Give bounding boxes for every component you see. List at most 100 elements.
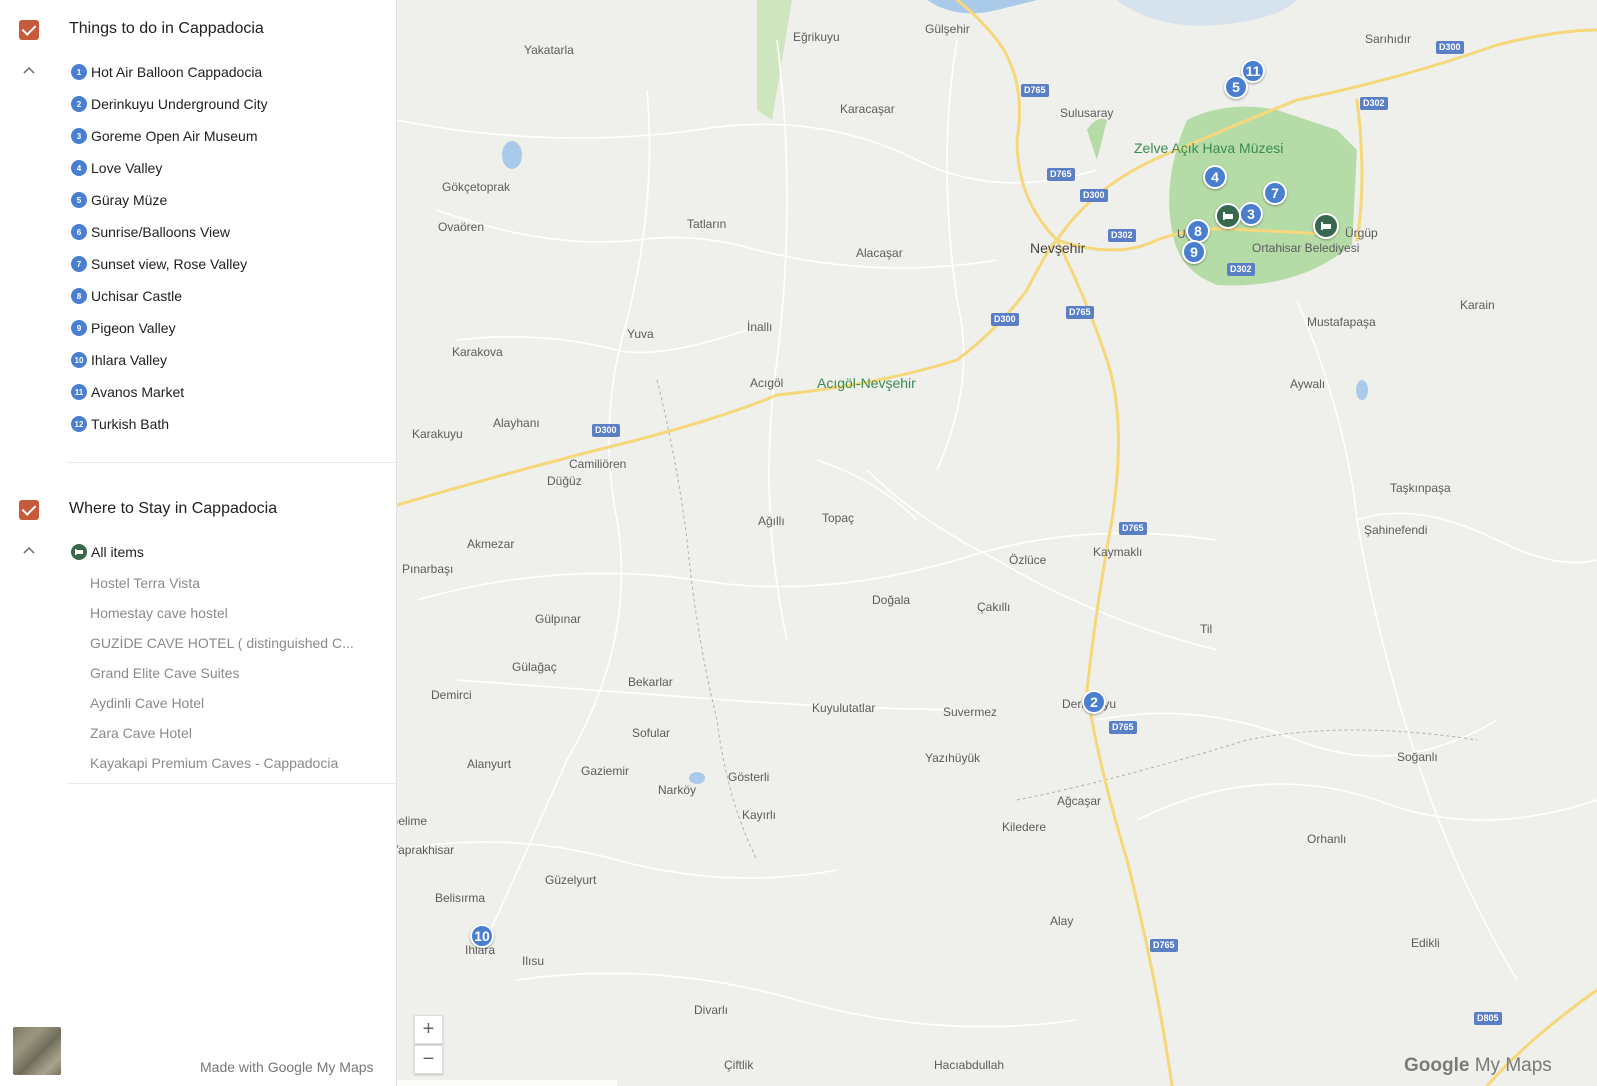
list-item-label: Avanos Market bbox=[91, 384, 185, 400]
place-label: Kayırlı bbox=[742, 808, 777, 822]
list-item-label: Uchisar Castle bbox=[91, 288, 183, 304]
list-item[interactable]: 5 Güray Müze bbox=[0, 184, 396, 216]
hotel-marker-icon[interactable] bbox=[1313, 213, 1339, 239]
place-label: Çakıllı bbox=[977, 600, 1011, 614]
zoom-out-button[interactable]: − bbox=[414, 1045, 443, 1074]
place-label: Acıgöl bbox=[750, 376, 784, 390]
layer-visibility-checkbox[interactable] bbox=[19, 500, 39, 520]
map-marker[interactable]: 10 bbox=[470, 924, 494, 948]
list-item[interactable]: GUZİDE CAVE HOTEL ( distinguished C... bbox=[0, 628, 396, 658]
road-shield: D302 bbox=[1360, 97, 1388, 110]
place-label: Camiliören bbox=[569, 457, 627, 471]
place-label: Aywalı bbox=[1290, 377, 1326, 391]
road-shield: D805 bbox=[1474, 1012, 1502, 1025]
map-canvas[interactable]: Gülşehir Eğrikuyu Yakatarla Karacaşar Su… bbox=[397, 0, 1597, 1086]
places-list: 1 Hot Air Balloon Cappadocia 2 Derinkuyu U… bbox=[0, 56, 396, 440]
place-label: Kaymaklı bbox=[1093, 545, 1143, 559]
map-marker[interactable]: 8 bbox=[1186, 219, 1210, 243]
list-item[interactable]: Grand Elite Cave Suites bbox=[0, 658, 396, 688]
map-attribution bbox=[397, 1080, 617, 1086]
place-label: Sofular bbox=[632, 726, 671, 740]
list-item[interactable]: 11 Avanos Market bbox=[0, 376, 396, 408]
list-item[interactable]: 4 Love Valley bbox=[0, 152, 396, 184]
road-shield: D765 bbox=[1047, 168, 1075, 181]
road-shield: D765 bbox=[1066, 306, 1094, 319]
place-label: Yaprakhisar bbox=[397, 843, 455, 857]
list-item[interactable]: 8 Uchisar Castle bbox=[0, 280, 396, 312]
place-label: Divarlı bbox=[694, 1003, 729, 1017]
place-label: Belisırma bbox=[435, 891, 486, 905]
map-marker[interactable]: 3 bbox=[1239, 202, 1263, 226]
place-label: Şahinefendi bbox=[1364, 523, 1428, 537]
road-shield: D300 bbox=[1080, 189, 1108, 202]
place-label: Alayhanı bbox=[493, 416, 540, 430]
zoom-in-button[interactable]: + bbox=[414, 1015, 443, 1044]
place-label: Narköy bbox=[658, 783, 697, 797]
group-all-items[interactable]: All items bbox=[0, 536, 396, 568]
base-map-thumbnail[interactable] bbox=[13, 1027, 61, 1075]
my-maps-app: Things to do in Cappadocia 1 Hot Air Ball… bbox=[0, 0, 1597, 1086]
place-label: Suvermez bbox=[943, 705, 998, 719]
map-marker[interactable]: 5 bbox=[1224, 75, 1248, 99]
place-label: Taşkınpaşa bbox=[1390, 481, 1451, 495]
list-item[interactable]: Hostel Terra Vista bbox=[0, 568, 396, 598]
map-marker[interactable]: 7 bbox=[1263, 181, 1287, 205]
hotel-marker-icon[interactable] bbox=[1215, 203, 1241, 229]
place-label: Gelime bbox=[397, 814, 428, 828]
pin-number-icon: 8 bbox=[71, 288, 87, 304]
place-label: Tatların bbox=[687, 217, 727, 231]
list-item[interactable]: 2 Derinkuyu Underground City bbox=[0, 88, 396, 120]
road-shield: D302 bbox=[1108, 229, 1136, 242]
list-item[interactable]: 1 Hot Air Balloon Cappadocia bbox=[0, 56, 396, 88]
place-label: Mustafapaşa bbox=[1307, 315, 1376, 329]
road-shield: D765 bbox=[1150, 939, 1178, 952]
layer-things-to-do: Things to do in Cappadocia 1 Hot Air Ball… bbox=[0, 0, 396, 440]
place-label: Gösterli bbox=[728, 770, 770, 784]
list-item[interactable]: Zara Cave Hotel bbox=[0, 718, 396, 748]
place-label: Yazıhüyük bbox=[925, 751, 981, 765]
map-marker[interactable]: 9 bbox=[1182, 240, 1206, 264]
map-marker[interactable]: 2 bbox=[1082, 690, 1106, 714]
pin-number-icon: 3 bbox=[71, 128, 87, 144]
list-item[interactable]: 3 Goreme Open Air Museum bbox=[0, 120, 396, 152]
list-item-label: Sunrise/Balloons View bbox=[91, 224, 231, 240]
list-item-label: Turkish Bath bbox=[91, 416, 170, 432]
place-label: İnallı bbox=[747, 320, 773, 334]
list-item[interactable]: 9 Pigeon Valley bbox=[0, 312, 396, 344]
road-shield: D300 bbox=[991, 313, 1019, 326]
layer-visibility-checkbox[interactable] bbox=[19, 20, 39, 40]
list-item[interactable]: Homestay cave hostel bbox=[0, 598, 396, 628]
place-label: Nevşehir bbox=[1030, 240, 1086, 256]
list-item-label: Goreme Open Air Museum bbox=[91, 128, 258, 144]
place-label: Ortahisar Belediyesi bbox=[1252, 241, 1360, 255]
road-shield: D300 bbox=[1436, 41, 1464, 54]
pin-number-icon: 1 bbox=[71, 64, 87, 80]
list-item[interactable]: 6 Sunrise/Balloons View bbox=[0, 216, 396, 248]
list-item-label: Güray Müze bbox=[91, 192, 168, 208]
list-item-label: Love Valley bbox=[91, 160, 163, 176]
place-label: Demirci bbox=[431, 688, 472, 702]
place-label: Ilısu bbox=[522, 954, 545, 968]
place-label: Ürgüp bbox=[1345, 226, 1378, 240]
map-marker[interactable]: 4 bbox=[1203, 165, 1227, 189]
place-label: Akmezar bbox=[467, 537, 515, 551]
pin-number-icon: 10 bbox=[71, 352, 87, 368]
place-label: Topaç bbox=[822, 511, 855, 525]
list-item[interactable]: 7 Sunset view, Rose Valley bbox=[0, 248, 396, 280]
place-label: Güzelyurt bbox=[545, 873, 597, 887]
place-label: Karacaşar bbox=[840, 102, 895, 116]
place-label: Pınarbaşı bbox=[402, 562, 454, 576]
list-item[interactable]: 12 Turkish Bath bbox=[0, 408, 396, 440]
list-item[interactable]: 10 Ihlara Valley bbox=[0, 344, 396, 376]
place-label: Gökçetoprak bbox=[442, 180, 511, 194]
list-item[interactable]: Kayakapi Premium Caves - Cappadocia bbox=[0, 748, 396, 778]
pin-number-icon: 5 bbox=[71, 192, 87, 208]
list-item[interactable]: Aydinli Cave Hotel bbox=[0, 688, 396, 718]
place-label: Karain bbox=[1460, 298, 1495, 312]
place-label: Alay bbox=[1050, 914, 1074, 928]
place-label: Gülşehir bbox=[925, 22, 970, 36]
pin-number-icon: 7 bbox=[71, 256, 87, 272]
pin-number-icon: 2 bbox=[71, 96, 87, 112]
place-label: Gaziemir bbox=[581, 764, 630, 778]
place-label: Hacıabdullah bbox=[934, 1058, 1005, 1072]
